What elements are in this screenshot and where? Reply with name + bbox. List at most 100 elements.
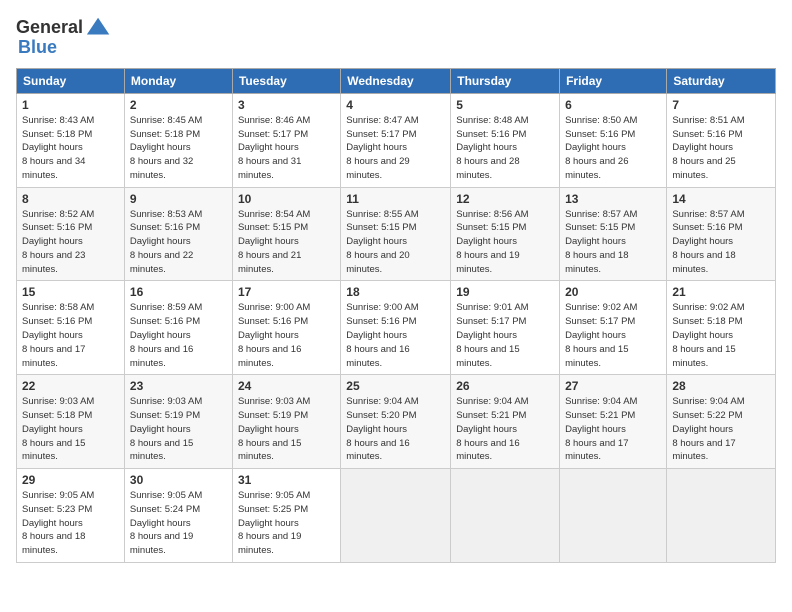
daylight-label: Daylight hours [456, 424, 517, 435]
day-number: 22 [22, 379, 119, 393]
weekday-header: Thursday [451, 68, 560, 93]
day-number: 7 [672, 98, 770, 112]
day-info: Sunrise: 9:04 AM Sunset: 5:21 PM Dayligh… [456, 395, 554, 464]
day-number: 16 [130, 285, 227, 299]
day-info: Sunrise: 8:43 AM Sunset: 5:18 PM Dayligh… [22, 114, 119, 183]
day-info: Sunrise: 8:58 AM Sunset: 5:16 PM Dayligh… [22, 301, 119, 370]
day-number: 2 [130, 98, 227, 112]
daylight-label: Daylight hours [130, 518, 191, 529]
day-info: Sunrise: 8:45 AM Sunset: 5:18 PM Dayligh… [130, 114, 227, 183]
daylight-duration: 8 hours and 16 minutes. [456, 438, 519, 463]
sunset-label: Sunset: 5:25 PM [238, 504, 308, 515]
sunrise-label: Sunrise: 8:53 AM [130, 209, 202, 220]
daylight-duration: 8 hours and 34 minutes. [22, 156, 85, 181]
sunrise-label: Sunrise: 8:56 AM [456, 209, 528, 220]
calendar-cell: 21 Sunrise: 9:02 AM Sunset: 5:18 PM Dayl… [667, 281, 776, 375]
weekday-header: Saturday [667, 68, 776, 93]
sunrise-label: Sunrise: 8:55 AM [346, 209, 418, 220]
calendar-cell: 11 Sunrise: 8:55 AM Sunset: 5:15 PM Dayl… [341, 187, 451, 281]
daylight-duration: 8 hours and 22 minutes. [130, 250, 193, 275]
calendar-cell: 18 Sunrise: 9:00 AM Sunset: 5:16 PM Dayl… [341, 281, 451, 375]
day-number: 15 [22, 285, 119, 299]
sunrise-label: Sunrise: 8:58 AM [22, 302, 94, 313]
sunset-label: Sunset: 5:20 PM [346, 410, 416, 421]
daylight-duration: 8 hours and 32 minutes. [130, 156, 193, 181]
daylight-duration: 8 hours and 23 minutes. [22, 250, 85, 275]
day-number: 3 [238, 98, 335, 112]
day-number: 10 [238, 192, 335, 206]
weekday-header: Sunday [17, 68, 125, 93]
sunset-label: Sunset: 5:16 PM [238, 316, 308, 327]
sunset-label: Sunset: 5:15 PM [346, 222, 416, 233]
day-number: 8 [22, 192, 119, 206]
sunrise-label: Sunrise: 8:59 AM [130, 302, 202, 313]
day-number: 17 [238, 285, 335, 299]
daylight-label: Daylight hours [672, 424, 733, 435]
day-number: 9 [130, 192, 227, 206]
calendar-week: 8 Sunrise: 8:52 AM Sunset: 5:16 PM Dayli… [17, 187, 776, 281]
day-info: Sunrise: 8:57 AM Sunset: 5:15 PM Dayligh… [565, 208, 661, 277]
sunset-label: Sunset: 5:17 PM [346, 129, 416, 140]
sunrise-label: Sunrise: 9:00 AM [238, 302, 310, 313]
day-info: Sunrise: 9:02 AM Sunset: 5:17 PM Dayligh… [565, 301, 661, 370]
sunset-label: Sunset: 5:18 PM [22, 410, 92, 421]
daylight-duration: 8 hours and 15 minutes. [456, 344, 519, 369]
sunrise-label: Sunrise: 8:54 AM [238, 209, 310, 220]
calendar-week: 29 Sunrise: 9:05 AM Sunset: 5:23 PM Dayl… [17, 469, 776, 563]
day-info: Sunrise: 9:05 AM Sunset: 5:23 PM Dayligh… [22, 489, 119, 558]
day-number: 20 [565, 285, 661, 299]
calendar-cell: 3 Sunrise: 8:46 AM Sunset: 5:17 PM Dayli… [232, 93, 340, 187]
sunrise-label: Sunrise: 8:47 AM [346, 115, 418, 126]
daylight-label: Daylight hours [346, 142, 407, 153]
sunrise-label: Sunrise: 9:03 AM [238, 396, 310, 407]
sunset-label: Sunset: 5:24 PM [130, 504, 200, 515]
daylight-duration: 8 hours and 15 minutes. [565, 344, 628, 369]
day-number: 19 [456, 285, 554, 299]
sunset-label: Sunset: 5:16 PM [456, 129, 526, 140]
day-number: 31 [238, 473, 335, 487]
sunrise-label: Sunrise: 9:04 AM [346, 396, 418, 407]
day-info: Sunrise: 8:57 AM Sunset: 5:16 PM Dayligh… [672, 208, 770, 277]
day-info: Sunrise: 8:55 AM Sunset: 5:15 PM Dayligh… [346, 208, 445, 277]
day-number: 18 [346, 285, 445, 299]
calendar-cell: 2 Sunrise: 8:45 AM Sunset: 5:18 PM Dayli… [124, 93, 232, 187]
calendar-cell [451, 469, 560, 563]
sunrise-label: Sunrise: 8:52 AM [22, 209, 94, 220]
calendar-cell: 30 Sunrise: 9:05 AM Sunset: 5:24 PM Dayl… [124, 469, 232, 563]
calendar-cell: 12 Sunrise: 8:56 AM Sunset: 5:15 PM Dayl… [451, 187, 560, 281]
daylight-label: Daylight hours [565, 236, 626, 247]
daylight-label: Daylight hours [130, 330, 191, 341]
daylight-duration: 8 hours and 20 minutes. [346, 250, 409, 275]
calendar-cell: 13 Sunrise: 8:57 AM Sunset: 5:15 PM Dayl… [560, 187, 667, 281]
sunrise-label: Sunrise: 9:00 AM [346, 302, 418, 313]
daylight-label: Daylight hours [22, 424, 83, 435]
day-info: Sunrise: 8:59 AM Sunset: 5:16 PM Dayligh… [130, 301, 227, 370]
day-info: Sunrise: 8:47 AM Sunset: 5:17 PM Dayligh… [346, 114, 445, 183]
daylight-duration: 8 hours and 18 minutes. [565, 250, 628, 275]
calendar-cell: 16 Sunrise: 8:59 AM Sunset: 5:16 PM Dayl… [124, 281, 232, 375]
calendar-cell: 6 Sunrise: 8:50 AM Sunset: 5:16 PM Dayli… [560, 93, 667, 187]
day-number: 13 [565, 192, 661, 206]
calendar-cell: 8 Sunrise: 8:52 AM Sunset: 5:16 PM Dayli… [17, 187, 125, 281]
day-info: Sunrise: 9:00 AM Sunset: 5:16 PM Dayligh… [238, 301, 335, 370]
sunrise-label: Sunrise: 8:51 AM [672, 115, 744, 126]
sunrise-label: Sunrise: 8:46 AM [238, 115, 310, 126]
logo-icon [85, 14, 113, 42]
day-info: Sunrise: 8:52 AM Sunset: 5:16 PM Dayligh… [22, 208, 119, 277]
daylight-duration: 8 hours and 19 minutes. [238, 531, 301, 556]
sunrise-label: Sunrise: 9:03 AM [22, 396, 94, 407]
sunset-label: Sunset: 5:21 PM [456, 410, 526, 421]
sunset-label: Sunset: 5:16 PM [672, 222, 742, 233]
sunrise-label: Sunrise: 8:57 AM [672, 209, 744, 220]
sunrise-label: Sunrise: 8:43 AM [22, 115, 94, 126]
calendar-week: 1 Sunrise: 8:43 AM Sunset: 5:18 PM Dayli… [17, 93, 776, 187]
daylight-label: Daylight hours [456, 330, 517, 341]
daylight-duration: 8 hours and 25 minutes. [672, 156, 735, 181]
calendar-cell: 10 Sunrise: 8:54 AM Sunset: 5:15 PM Dayl… [232, 187, 340, 281]
day-info: Sunrise: 8:51 AM Sunset: 5:16 PM Dayligh… [672, 114, 770, 183]
daylight-duration: 8 hours and 16 minutes. [130, 344, 193, 369]
day-number: 24 [238, 379, 335, 393]
calendar-cell: 28 Sunrise: 9:04 AM Sunset: 5:22 PM Dayl… [667, 375, 776, 469]
sunset-label: Sunset: 5:16 PM [22, 222, 92, 233]
sunset-label: Sunset: 5:16 PM [672, 129, 742, 140]
